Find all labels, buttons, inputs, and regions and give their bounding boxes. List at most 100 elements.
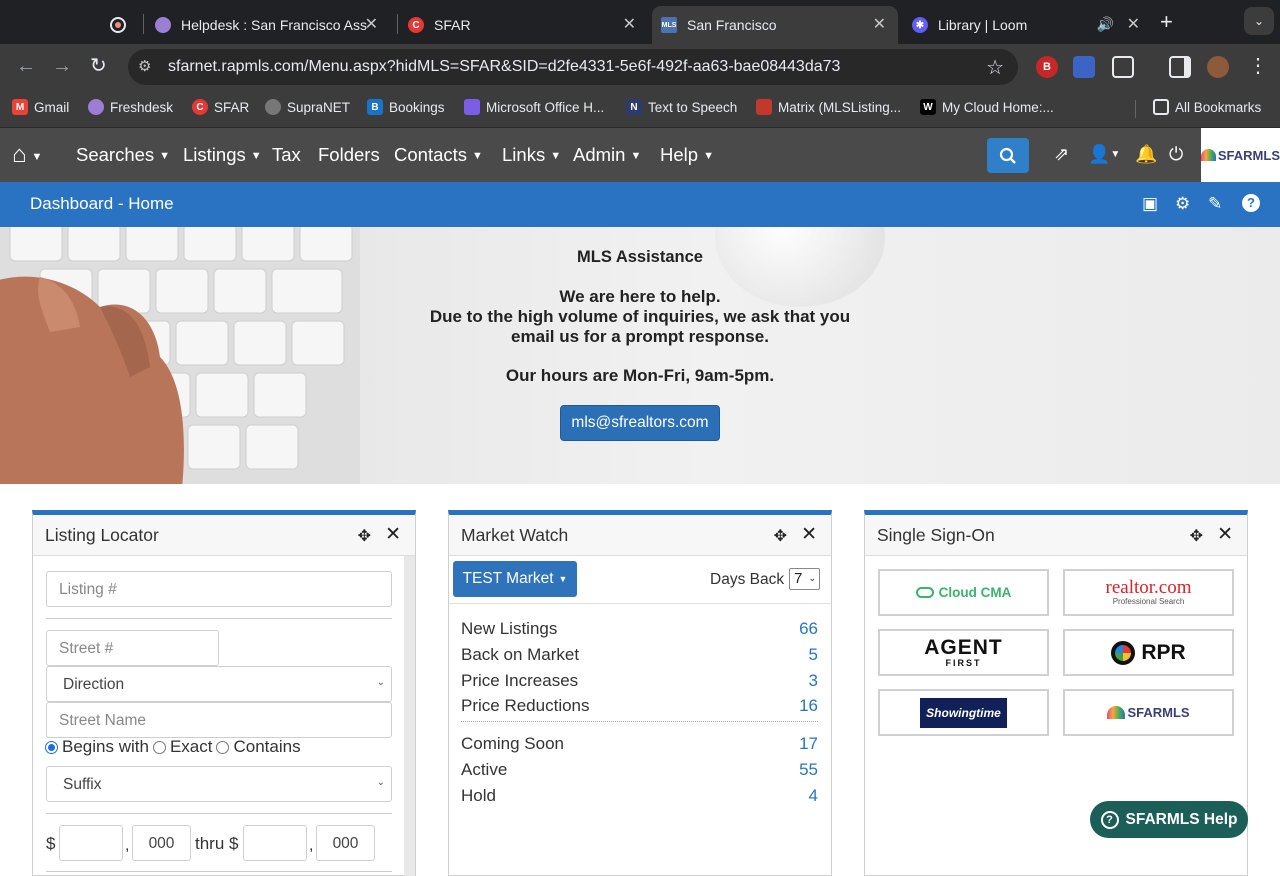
back-icon[interactable]: ← xyxy=(16,56,36,76)
profile-avatar[interactable] xyxy=(1207,56,1229,78)
speaker-icon[interactable]: 🔊 xyxy=(1097,16,1114,33)
price-min-input[interactable] xyxy=(59,825,123,861)
price-max-input[interactable] xyxy=(243,825,307,861)
bookmark-mycloud[interactable]: W My Cloud Home:... xyxy=(920,99,1054,115)
nav-admin[interactable]: Admin ▼ xyxy=(573,144,641,166)
suffix-select[interactable]: Suffix ⌄ xyxy=(46,766,392,802)
move-icon[interactable]: ✥ xyxy=(358,526,371,546)
reload-icon[interactable]: ↻ xyxy=(90,56,107,76)
nav-contacts[interactable]: Contacts ▼ xyxy=(394,144,483,166)
extensions-puzzle-icon[interactable] xyxy=(1112,56,1134,78)
external-link-icon[interactable]: ⇗ xyxy=(1054,144,1069,165)
direction-select[interactable]: Direction ⌄ xyxy=(46,666,392,702)
nav-tax[interactable]: Tax xyxy=(272,144,301,166)
caret-down-icon: ▼ xyxy=(558,574,568,584)
chevron-down-icon: ⌄ xyxy=(808,573,816,583)
close-icon[interactable]: ✕ xyxy=(1217,523,1233,546)
gear-icon[interactable]: ⚙ xyxy=(1175,194,1190,214)
panel-header: Single Sign-On ✥ ✕ xyxy=(865,515,1247,556)
begins-with-radio[interactable] xyxy=(45,740,58,754)
user-menu-icon[interactable]: 👤▼ xyxy=(1088,144,1120,165)
move-icon[interactable]: ✥ xyxy=(1190,526,1203,546)
close-tab-icon[interactable]: ✕ xyxy=(623,16,636,34)
extension-icon[interactable] xyxy=(1073,56,1095,78)
home-icon[interactable]: ⌂ ▼ xyxy=(12,141,42,169)
bookmark-office[interactable]: Microsoft Office H... xyxy=(464,99,604,115)
side-panel-icon[interactable] xyxy=(1169,56,1191,78)
listing-number-input[interactable]: Listing # xyxy=(46,571,392,607)
days-back-select[interactable]: 7 ⌄ xyxy=(789,568,820,590)
street-number-input[interactable]: Street # xyxy=(46,630,219,666)
new-tab-icon[interactable]: + xyxy=(1160,9,1173,35)
panel-header: Listing Locator ✥ ✕ xyxy=(33,515,415,556)
market-select-button[interactable]: TEST Market ▼ xyxy=(453,561,577,597)
thru-label: thru $ xyxy=(195,834,239,853)
tab-sfar[interactable]: C SFAR ✕ xyxy=(408,6,648,44)
nav-folders[interactable]: Folders xyxy=(318,144,380,166)
list-item[interactable]: Active 55 xyxy=(461,760,818,782)
power-icon[interactable]: ⏻ xyxy=(1169,144,1183,165)
close-icon[interactable]: ✕ xyxy=(801,523,817,546)
tab-search-icon[interactable]: ⌄ xyxy=(1244,7,1274,35)
panel-title: Listing Locator xyxy=(45,525,159,545)
list-item[interactable]: New Listings 66 xyxy=(461,619,818,641)
edit-icon[interactable]: ✎ xyxy=(1208,194,1222,214)
list-item[interactable]: Price Reductions 16 xyxy=(461,696,818,718)
bookmark-matrix[interactable]: Matrix (MLSListing... xyxy=(756,99,901,115)
extension-b-icon[interactable]: B xyxy=(1036,56,1058,78)
exact-radio[interactable] xyxy=(152,740,166,754)
close-icon[interactable]: ✕ xyxy=(385,523,401,546)
panel-scrollbar[interactable] xyxy=(404,556,415,876)
bell-icon[interactable]: 🔔 xyxy=(1135,144,1157,165)
tab-helpdesk[interactable]: Helpdesk : San Francisco Ass ✕ xyxy=(155,6,390,44)
tab-san-francisco[interactable]: MLS San Francisco ✕ xyxy=(652,6,898,44)
browser-menu-icon[interactable]: ⋮ xyxy=(1248,56,1268,76)
nav-searches[interactable]: Searches ▼ xyxy=(76,144,170,166)
tab-recording[interactable] xyxy=(110,6,140,44)
nav-help[interactable]: Help ▼ xyxy=(660,144,714,166)
bookmark-tts[interactable]: N Text to Speech xyxy=(626,99,737,115)
image-icon[interactable]: ▣ xyxy=(1142,194,1158,214)
move-icon[interactable]: ✥ xyxy=(774,526,787,546)
close-tab-icon[interactable]: ✕ xyxy=(365,16,378,34)
sfarmls-tile[interactable]: SFARMLS xyxy=(1063,689,1234,736)
site-info-icon[interactable]: ⚙ xyxy=(138,57,156,75)
folder-icon xyxy=(1153,99,1169,115)
email-button[interactable]: mls@sfrealtors.com xyxy=(560,405,720,441)
list-item[interactable]: Hold 4 xyxy=(461,786,818,808)
street-name-input[interactable]: Street Name xyxy=(46,702,392,738)
help-circle-icon[interactable]: ? xyxy=(1242,194,1260,212)
address-bar[interactable]: ⚙ sfarnet.rapmls.com/Menu.aspx?hidMLS=SF… xyxy=(128,49,1018,85)
close-tab-icon[interactable]: ✕ xyxy=(873,16,886,34)
nav-listings[interactable]: Listings ▼ xyxy=(183,144,262,166)
bookmark-freshdesk[interactable]: Freshdesk xyxy=(88,99,173,115)
cloud-cma-tile[interactable]: Cloud CMA xyxy=(878,569,1049,616)
bookmark-sfar[interactable]: C SFAR xyxy=(192,99,249,115)
forward-icon[interactable]: → xyxy=(52,56,72,76)
realtor-com-tile[interactable]: realtor.com Professional Search xyxy=(1063,569,1234,616)
agent-first-tile[interactable]: AGENT FIRST xyxy=(878,629,1049,676)
bookmark-gmail[interactable]: M Gmail xyxy=(12,99,69,115)
bookmark-bookings[interactable]: B Bookings xyxy=(367,99,445,115)
bookmark-star-icon[interactable]: ☆ xyxy=(986,55,1004,80)
showingtime-tile[interactable]: Showingtime xyxy=(878,689,1049,736)
url-text[interactable]: sfarnet.rapmls.com/Menu.aspx?hidMLS=SFAR… xyxy=(168,58,840,76)
tab-loom[interactable]: ✱ Library | Loom 🔊 ✕ xyxy=(912,6,1152,44)
bookmark-all[interactable]: All Bookmarks xyxy=(1153,99,1261,115)
logo-mark-icon xyxy=(1201,149,1216,161)
rpr-tile[interactable]: RPR xyxy=(1063,629,1234,676)
nav-links[interactable]: Links ▼ xyxy=(502,144,561,166)
sfarmls-help-button[interactable]: ? SFARMLS Help xyxy=(1090,801,1248,838)
list-item[interactable]: Price Increases 3 xyxy=(461,671,818,693)
close-tab-icon[interactable]: ✕ xyxy=(1127,16,1140,34)
search-button[interactable] xyxy=(987,138,1029,173)
hero-line: We are here to help. xyxy=(559,287,721,306)
comma-label: , xyxy=(309,837,314,854)
contains-radio[interactable] xyxy=(216,740,230,754)
listing-locator-panel: Listing Locator ✥ ✕ Listing # Street # D… xyxy=(32,510,416,876)
list-item[interactable]: Coming Soon 17 xyxy=(461,734,818,756)
question-circle-icon: ? xyxy=(1100,810,1119,829)
market-watch-panel: Market Watch ✥ ✕ TEST Market ▼ Days Back … xyxy=(448,510,832,876)
bookmark-supranet[interactable]: SupraNET xyxy=(265,99,350,115)
list-item[interactable]: Back on Market 5 xyxy=(461,645,818,667)
